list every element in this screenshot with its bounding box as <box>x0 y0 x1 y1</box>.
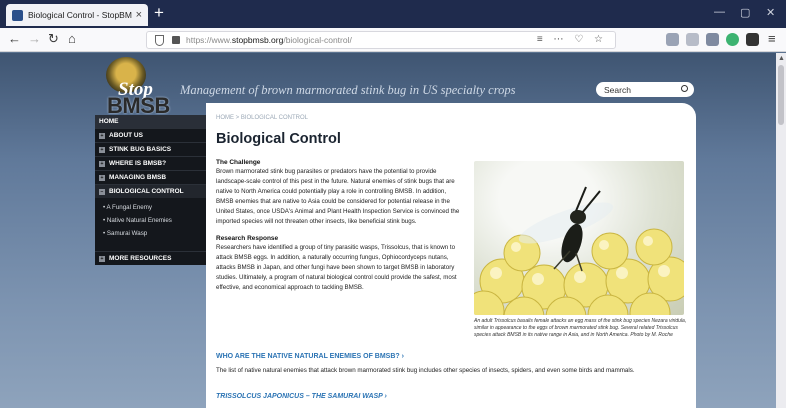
sidebar-item-label: MANAGING BMSB <box>109 174 167 181</box>
sidebar-item-where-is-bmsb[interactable]: + WHERE IS BMSB? <box>95 156 206 170</box>
new-tab-button[interactable]: + <box>154 4 164 22</box>
challenge-paragraph: Brown marmorated stink bug parasites or … <box>216 168 460 225</box>
challenge-heading: The Challenge <box>216 159 261 166</box>
expand-plus-icon: + <box>99 132 105 139</box>
sidebar-item-label: ABOUT US <box>109 132 143 139</box>
sidebar-toggle-icon[interactable] <box>686 33 699 46</box>
sidebar-item-label: MORE RESOURCES <box>109 255 172 262</box>
sidebar-item-managing-bmsb[interactable]: + MANAGING BMSB <box>95 170 206 184</box>
breadcrumb[interactable]: HOME > BIOLOGICAL CONTROL <box>216 115 686 121</box>
expand-plus-icon: + <box>99 174 105 181</box>
sidebar-item-stink-bug-basics[interactable]: + STINK BUG BASICS <box>95 142 206 156</box>
browser-tab-strip: Biological Control - StopBMSB × + — ▢ ✕ <box>0 0 786 28</box>
sidebar-item-home[interactable]: HOME <box>95 115 206 128</box>
expand-plus-icon: + <box>99 146 105 153</box>
home-icon[interactable]: ⌂ <box>68 32 76 46</box>
web-page: Stop BMSB Management of brown marmorated… <box>0 53 776 408</box>
address-bar[interactable]: https://www.stopbmsb.org/biological-cont… <box>146 31 616 49</box>
sidebar-subitem-fungal-enemy[interactable]: A Fungal Enemy <box>95 201 206 214</box>
url-text: https://www.stopbmsb.org/biological-cont… <box>186 35 352 45</box>
samurai-wasp-link[interactable]: TRISSOLCUS JAPONICUS – THE SAMURAI WASP … <box>216 393 387 400</box>
wasp-on-eggs-photo <box>474 161 684 315</box>
search-input[interactable] <box>604 84 674 95</box>
tab-title: Biological Control - StopBMSB <box>28 10 132 20</box>
sidebar-nav: HOME + ABOUT US + STINK BUG BASICS + WHE… <box>95 115 206 265</box>
sidebar-item-biological-control[interactable]: − BIOLOGICAL CONTROL <box>95 184 206 198</box>
wasp-on-eggs-image <box>474 186 684 315</box>
sidebar-item-label: BIOLOGICAL CONTROL <box>109 188 184 195</box>
sidebar-item-label: WHERE IS BMSB? <box>109 160 167 167</box>
reload-icon[interactable]: ↻ <box>48 32 59 46</box>
sidebar-divider <box>95 244 206 251</box>
minimize-icon[interactable]: — <box>714 6 725 18</box>
browser-tab[interactable]: Biological Control - StopBMSB × <box>6 4 148 26</box>
sidebar-item-about-us[interactable]: + ABOUT US <box>95 128 206 142</box>
extension-dark-icon[interactable] <box>746 33 759 46</box>
scrollbar-thumb[interactable] <box>778 65 784 125</box>
site-favicon-icon <box>12 9 23 21</box>
sidebar-item-more-resources[interactable]: + MORE RESOURCES <box>95 251 206 265</box>
browser-toolbar: ← → ↻ ⌂ https://www.stopbmsb.org/biologi… <box>0 28 786 52</box>
research-paragraph: Researchers have identified a group of t… <box>216 244 457 291</box>
native-enemies-link[interactable]: WHO ARE THE NATIVE NATURAL ENEMIES OF BM… <box>216 353 404 360</box>
article-text: The Challenge Brown marmorated stink bug… <box>216 159 461 301</box>
native-enemies-paragraph: The list of native natural enemies that … <box>216 367 635 374</box>
page-scrollbar[interactable]: ▲ <box>776 53 786 408</box>
scroll-up-icon[interactable]: ▲ <box>778 55 785 62</box>
site-tagline: Management of brown marmorated stink bug… <box>180 83 516 97</box>
main-content: HOME > BIOLOGICAL CONTROL Biological Con… <box>206 103 696 408</box>
window-close-icon[interactable]: ✕ <box>766 6 775 19</box>
sidebar-subitem-samurai-wasp[interactable]: Samurai Wasp <box>95 227 206 240</box>
page-title: Biological Control <box>216 131 341 147</box>
lock-icon[interactable] <box>172 36 180 44</box>
page-actions-icons[interactable]: ≡ ⋯ ♡ ☆ <box>537 34 607 45</box>
collapse-minus-icon: − <box>99 188 105 195</box>
site-search[interactable] <box>596 82 694 97</box>
menu-icon[interactable]: ≡ <box>768 32 776 46</box>
extension-icon[interactable] <box>706 33 719 46</box>
library-icon[interactable] <box>666 33 679 46</box>
sidebar-subnav: A Fungal Enemy Native Natural Enemies Sa… <box>95 198 206 244</box>
research-heading: Research Response <box>216 235 279 242</box>
maximize-icon[interactable]: ▢ <box>740 6 750 19</box>
expand-plus-icon: + <box>99 255 105 262</box>
back-arrow-icon[interactable]: ← <box>8 32 21 46</box>
photo-caption: An adult Trissolcus basalis female attac… <box>474 318 687 338</box>
tracking-shield-icon[interactable] <box>155 34 164 46</box>
expand-plus-icon: + <box>99 160 105 167</box>
extension-green-icon[interactable] <box>726 33 739 46</box>
forward-arrow-icon[interactable]: → <box>28 32 41 46</box>
search-icon[interactable] <box>681 85 688 92</box>
sidebar-subitem-native-natural-enemies[interactable]: Native Natural Enemies <box>95 214 206 227</box>
sidebar-item-label: STINK BUG BASICS <box>109 146 172 153</box>
tab-close-icon[interactable]: × <box>136 9 142 21</box>
